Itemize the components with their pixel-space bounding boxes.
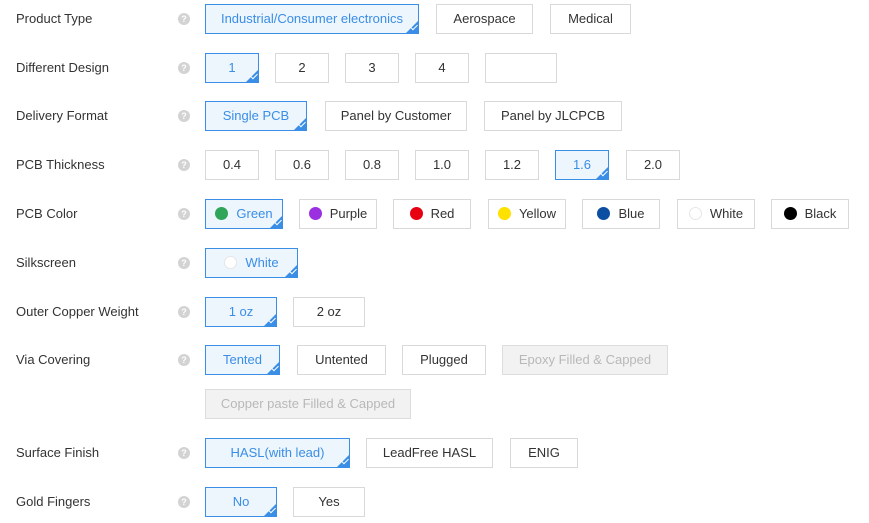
option-copper-paste-filled-capped: Copper paste Filled & Capped	[205, 389, 411, 419]
option-plugged[interactable]: Plugged	[402, 345, 486, 375]
black-swatch-icon	[783, 207, 797, 220]
option-thickness-0-4[interactable]: 0.4	[205, 150, 259, 180]
option-color-blue[interactable]: Blue	[582, 199, 660, 229]
help-icon[interactable]: ?	[178, 62, 190, 74]
option-color-white[interactable]: White	[677, 199, 755, 229]
option-panel-by-customer[interactable]: Panel by Customer	[325, 101, 467, 131]
row-via-covering: Via Covering ? Tented Untented Plugged E…	[0, 343, 869, 377]
via-covering-label: Via Covering	[16, 352, 91, 367]
option-design-3[interactable]: 3	[345, 53, 399, 83]
pcb-color-label: PCB Color	[16, 206, 78, 221]
option-hasl-with-lead[interactable]: HASL(with lead)	[205, 438, 350, 468]
color-label: Red	[430, 206, 455, 221]
white-swatch-icon	[224, 256, 238, 269]
different-design-label: Different Design	[16, 60, 109, 75]
yellow-swatch-icon	[497, 207, 511, 220]
row-surface-finish: Surface Finish ? HASL(with lead) LeadFre…	[0, 436, 869, 470]
option-thickness-1-6[interactable]: 1.6	[555, 150, 609, 180]
option-thickness-0-6[interactable]: 0.6	[275, 150, 329, 180]
color-label: Purple	[329, 206, 368, 221]
option-color-red[interactable]: Red	[393, 199, 471, 229]
option-aerospace[interactable]: Aerospace	[436, 4, 533, 34]
option-industrial-consumer-electronics[interactable]: Industrial/Consumer electronics	[205, 4, 419, 34]
green-swatch-icon	[215, 207, 229, 220]
option-design-2[interactable]: 2	[275, 53, 329, 83]
option-enig[interactable]: ENIG	[510, 438, 578, 468]
row-outer-copper-weight: Outer Copper Weight ? 1 oz 2 oz	[0, 295, 869, 329]
pcb-thickness-label: PCB Thickness	[16, 157, 105, 172]
purple-swatch-icon	[308, 207, 322, 220]
option-thickness-1-2[interactable]: 1.2	[485, 150, 539, 180]
color-label: Blue	[618, 206, 645, 221]
option-color-purple[interactable]: Purple	[299, 199, 377, 229]
option-thickness-1-0[interactable]: 1.0	[415, 150, 469, 180]
option-single-pcb[interactable]: Single PCB	[205, 101, 307, 131]
row-pcb-thickness: PCB Thickness ? 0.4 0.6 0.8 1.0 1.2 1.6 …	[0, 148, 869, 182]
option-thickness-0-8[interactable]: 0.8	[345, 150, 399, 180]
help-icon[interactable]: ?	[178, 257, 190, 269]
option-color-green[interactable]: Green	[205, 199, 283, 229]
white-swatch-icon	[688, 207, 702, 220]
option-silkscreen-white[interactable]: White	[205, 248, 298, 278]
red-swatch-icon	[409, 207, 423, 220]
gold-fingers-label: Gold Fingers	[16, 494, 91, 509]
color-label: Yellow	[518, 206, 557, 221]
color-label: Black	[804, 206, 837, 221]
option-medical[interactable]: Medical	[550, 4, 631, 34]
option-design-1[interactable]: 1	[205, 53, 259, 83]
row-different-design: Different Design ? 1 2 3 4	[0, 51, 869, 85]
outer-copper-weight-label: Outer Copper Weight	[16, 304, 139, 319]
help-icon[interactable]: ?	[178, 496, 190, 508]
row-delivery-format: Delivery Format ? Single PCB Panel by Cu…	[0, 99, 869, 133]
help-icon[interactable]: ?	[178, 110, 190, 122]
help-icon[interactable]: ?	[178, 208, 190, 220]
option-design-custom[interactable]	[485, 53, 557, 83]
color-label: Green	[236, 206, 273, 221]
option-untented[interactable]: Untented	[297, 345, 386, 375]
option-color-yellow[interactable]: Yellow	[488, 199, 566, 229]
option-copper-1oz[interactable]: 1 oz	[205, 297, 277, 327]
row-product-type: Product Type ? Industrial/Consumer elect…	[0, 2, 869, 36]
surface-finish-label: Surface Finish	[16, 445, 100, 460]
help-icon[interactable]: ?	[178, 13, 190, 25]
silkscreen-option-label: White	[245, 255, 279, 270]
help-icon[interactable]: ?	[178, 354, 190, 366]
option-gold-fingers-yes[interactable]: Yes	[293, 487, 365, 517]
help-icon[interactable]: ?	[178, 159, 190, 171]
option-gold-fingers-no[interactable]: No	[205, 487, 277, 517]
help-icon[interactable]: ?	[178, 306, 190, 318]
option-design-4[interactable]: 4	[415, 53, 469, 83]
row-silkscreen: Silkscreen ? White	[0, 246, 869, 280]
option-thickness-2-0[interactable]: 2.0	[626, 150, 680, 180]
option-copper-2oz[interactable]: 2 oz	[293, 297, 365, 327]
option-epoxy-filled-capped: Epoxy Filled & Capped	[502, 345, 668, 375]
help-icon[interactable]: ?	[178, 447, 190, 459]
option-color-black[interactable]: Black	[771, 199, 849, 229]
color-label: White	[709, 206, 744, 221]
option-leadfree-hasl[interactable]: LeadFree HASL	[366, 438, 493, 468]
delivery-format-label: Delivery Format	[16, 108, 108, 123]
product-type-label: Product Type	[16, 11, 93, 26]
silkscreen-label: Silkscreen	[16, 255, 76, 270]
row-via-covering-wrap: Copper paste Filled & Capped	[0, 387, 869, 421]
option-panel-by-jlcpcb[interactable]: Panel by JLCPCB	[484, 101, 622, 131]
option-tented[interactable]: Tented	[205, 345, 280, 375]
blue-swatch-icon	[597, 207, 611, 220]
row-pcb-color: PCB Color ? Green Purple Red Yellow Blue…	[0, 197, 869, 231]
row-gold-fingers: Gold Fingers ? No Yes	[0, 485, 869, 519]
